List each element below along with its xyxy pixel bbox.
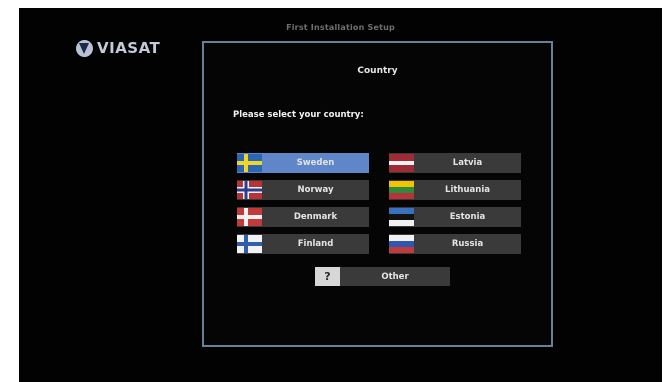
country-option-norway[interactable]: Norway (237, 180, 369, 200)
russia-flag-icon (389, 235, 414, 253)
country-dialog: Country Please select your country: Swed… (202, 41, 553, 347)
country-label: Estonia (449, 212, 486, 222)
country-option-sweden[interactable]: Sweden (237, 153, 369, 173)
country-label: Finland (297, 239, 334, 249)
country-option-latvia[interactable]: Latvia (389, 153, 521, 173)
country-option-estonia[interactable]: Estonia (389, 207, 521, 227)
estonia-flag-icon (389, 208, 414, 226)
country-label: Russia (451, 239, 484, 249)
country-label: Lithuania (445, 185, 490, 195)
dialog-title: Country (357, 66, 398, 76)
brand-name: VIASAT (97, 39, 161, 57)
country-option-lithuania[interactable]: Lithuania (389, 180, 521, 200)
question-mark-icon: ? (315, 267, 340, 286)
tv-screen: First Installation Setup VIASAT Country … (19, 8, 662, 382)
country-label: Norway (297, 185, 334, 195)
country-label: Denmark (293, 212, 338, 222)
country-option-denmark[interactable]: Denmark (237, 207, 369, 227)
viasat-logo-icon (76, 39, 93, 57)
country-prompt: Please select your country: (233, 110, 364, 120)
denmark-flag-icon (237, 208, 262, 226)
norway-flag-icon (237, 181, 262, 199)
country-option-russia[interactable]: Russia (389, 234, 521, 254)
country-option-finland[interactable]: Finland (237, 234, 369, 254)
viasat-logo: VIASAT (76, 39, 160, 57)
other-country-button[interactable]: ? Other (315, 267, 450, 286)
sweden-flag-icon (237, 154, 262, 172)
country-label: Latvia (452, 158, 483, 168)
lithuania-flag-icon (389, 181, 414, 199)
latvia-flag-icon (389, 154, 414, 172)
country-label: Sweden (296, 158, 335, 168)
setup-title: First Installation Setup (286, 23, 395, 32)
other-label: Other (381, 271, 409, 282)
finland-flag-icon (237, 235, 262, 253)
